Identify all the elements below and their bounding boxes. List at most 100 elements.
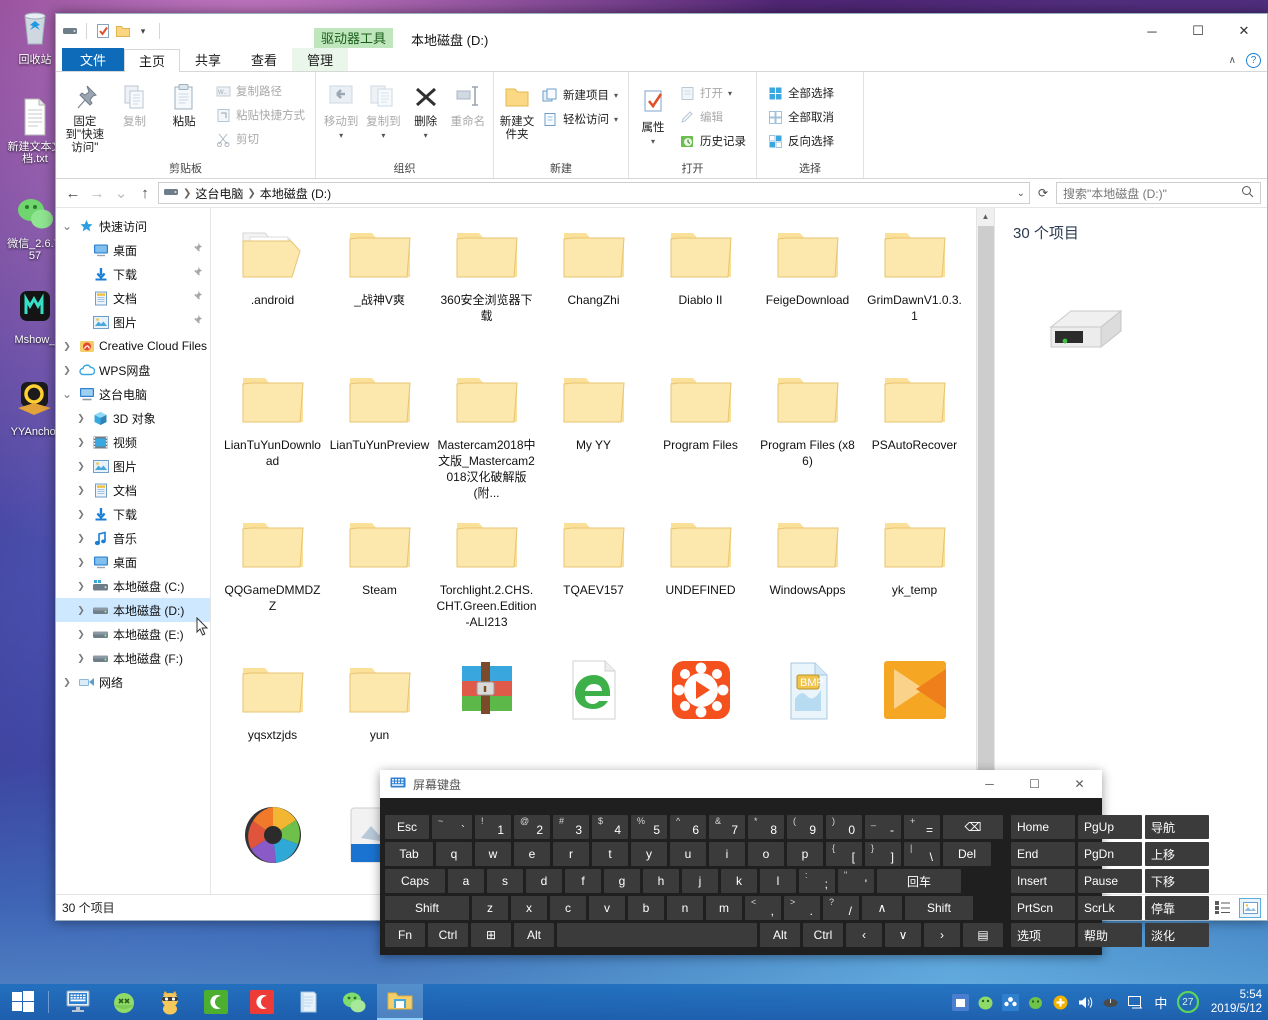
file-item[interactable]: ChangZhi bbox=[540, 218, 647, 363]
key-⌫[interactable]: ⌫ bbox=[943, 815, 1003, 839]
nav-item-11[interactable]: ❯ 文档 bbox=[56, 478, 210, 502]
file-item[interactable]: yk_temp bbox=[861, 508, 968, 653]
key-导航[interactable]: 导航 bbox=[1145, 815, 1209, 839]
key-Shift[interactable]: Shift bbox=[385, 896, 469, 920]
copy-to-button[interactable]: 复制到 ▾ bbox=[362, 75, 404, 142]
key-∧[interactable]: ∧ bbox=[862, 896, 902, 920]
key-7[interactable]: & 7 bbox=[709, 815, 745, 839]
key-.[interactable]: >. bbox=[784, 896, 820, 920]
chevron-right-icon[interactable]: ❯ bbox=[74, 605, 88, 616]
chevron-down-icon[interactable]: ▾ bbox=[651, 135, 655, 148]
key-n[interactable]: n bbox=[667, 896, 703, 920]
taskbar-notepad-icon[interactable] bbox=[285, 984, 331, 1020]
key-PgUp[interactable]: PgUp bbox=[1078, 815, 1142, 839]
key-g[interactable]: g bbox=[604, 869, 640, 893]
key-淡化[interactable]: 淡化 bbox=[1145, 923, 1209, 947]
maximize-button[interactable]: ☐ bbox=[1175, 14, 1221, 48]
properties-button[interactable]: 属性 ▾ bbox=[633, 75, 673, 148]
file-item[interactable] bbox=[219, 798, 326, 894]
display-icon[interactable] bbox=[1127, 993, 1145, 1011]
osk-close-button[interactable]: ✕ bbox=[1057, 770, 1102, 798]
nav-item-8[interactable]: ❯ 3D 对象 bbox=[56, 406, 210, 430]
file-item[interactable]: QQGameDMMDZZ bbox=[219, 508, 326, 653]
select-none-button[interactable]: 全部取消 bbox=[763, 107, 838, 127]
file-item[interactable]: Program Files bbox=[647, 363, 754, 508]
chevron-right-icon[interactable]: ❯ bbox=[74, 461, 88, 472]
windows-logo-icon[interactable] bbox=[0, 984, 46, 1020]
key-j[interactable]: j bbox=[682, 869, 718, 893]
recent-locations-button[interactable]: ⌄ bbox=[110, 182, 132, 204]
nav-item-15[interactable]: ❯ 本地磁盘 (C:) bbox=[56, 574, 210, 598]
help-icon[interactable]: ? bbox=[1246, 53, 1261, 68]
file-item[interactable]: GrimDawnV1.0.3.1 bbox=[861, 218, 968, 363]
key-9[interactable]: (9 bbox=[787, 815, 823, 839]
tray-icon-5[interactable] bbox=[1052, 993, 1070, 1011]
chevron-down-icon[interactable]: ▾ bbox=[424, 129, 428, 142]
key-0[interactable]: ) 0 bbox=[826, 815, 862, 839]
key-\[interactable]: | \ bbox=[904, 842, 940, 866]
nav-item-6[interactable]: ❯ WPS网盘 bbox=[56, 358, 210, 382]
chevron-right-icon[interactable]: ❯ bbox=[74, 437, 88, 448]
key-Ctrl[interactable]: Ctrl bbox=[803, 923, 843, 947]
nav-item-13[interactable]: ❯ 音乐 bbox=[56, 526, 210, 550]
key-1[interactable]: ! 1 bbox=[475, 815, 511, 839]
mouse-icon[interactable] bbox=[1102, 993, 1120, 1011]
key-k[interactable]: k bbox=[721, 869, 757, 893]
nav-item-1[interactable]: 桌面 bbox=[56, 238, 210, 262]
collapse-ribbon-icon[interactable]: ∧ bbox=[1229, 55, 1236, 66]
file-item[interactable]: _战神V爽 bbox=[326, 218, 433, 363]
file-item[interactable]: LianTuYunPreview bbox=[326, 363, 433, 508]
key-v[interactable]: v bbox=[589, 896, 625, 920]
tiles-view-icon[interactable] bbox=[1239, 897, 1261, 918]
key-e[interactable]: e bbox=[514, 842, 550, 866]
key-Esc[interactable]: Esc bbox=[385, 815, 429, 839]
key-ScrLk[interactable]: ScrLk bbox=[1078, 896, 1142, 920]
file-item[interactable]: yqsxtzjds bbox=[219, 653, 326, 798]
key-c[interactable]: c bbox=[550, 896, 586, 920]
file-item[interactable]: UNDEFINED bbox=[647, 508, 754, 653]
copy-button[interactable]: 复制 bbox=[110, 75, 160, 129]
key-帮助[interactable]: 帮助 bbox=[1078, 923, 1142, 947]
delete-button[interactable]: 删除 ▾ bbox=[405, 75, 447, 142]
key-z[interactable]: z bbox=[472, 896, 508, 920]
key-w[interactable]: w bbox=[475, 842, 511, 866]
tab-manage[interactable]: 管理 bbox=[292, 48, 349, 71]
key-h[interactable]: h bbox=[643, 869, 679, 893]
key-,[interactable]: <, bbox=[745, 896, 781, 920]
pin-to-quick-access-button[interactable]: 固定到"快速访问" bbox=[60, 75, 110, 155]
invert-selection-button[interactable]: 反向选择 bbox=[763, 131, 838, 151]
copy-path-button[interactable]: W.. 复制路径 bbox=[211, 81, 309, 101]
new-folder-icon[interactable] bbox=[115, 23, 131, 39]
key-y[interactable]: y bbox=[631, 842, 667, 866]
key-下移[interactable]: 下移 bbox=[1145, 869, 1209, 893]
chevron-down-icon[interactable]: ▾ bbox=[728, 89, 732, 98]
key-Home[interactable]: Home bbox=[1011, 815, 1075, 839]
key-Alt[interactable]: Alt bbox=[514, 923, 554, 947]
paste-button[interactable]: 粘贴 bbox=[159, 75, 209, 129]
taskbar-camtasia-recorder-icon[interactable] bbox=[239, 984, 285, 1020]
key-r[interactable]: r bbox=[553, 842, 589, 866]
key-8[interactable]: * 8 bbox=[748, 815, 784, 839]
key-p[interactable]: p bbox=[787, 842, 823, 866]
tab-home[interactable]: 主页 bbox=[124, 49, 181, 72]
taskbar-explorer-icon[interactable] bbox=[377, 984, 423, 1020]
nav-item-7[interactable]: ⌄ 这台电脑 bbox=[56, 382, 210, 406]
chevron-down-icon[interactable]: ▾ bbox=[381, 129, 385, 142]
file-item[interactable]: LianTuYunDownload bbox=[219, 363, 326, 508]
tab-view[interactable]: 查看 bbox=[236, 48, 292, 71]
open-button[interactable]: 打开 ▾ bbox=[675, 83, 750, 103]
file-item[interactable]: Diablo II bbox=[647, 218, 754, 363]
tab-file[interactable]: 文件 bbox=[62, 48, 125, 71]
file-item[interactable]: WindowsApps bbox=[754, 508, 861, 653]
taskbar-green-monster-icon[interactable] bbox=[101, 984, 147, 1020]
chevron-down-icon[interactable]: ▾ bbox=[135, 23, 151, 39]
key-›[interactable]: › bbox=[924, 923, 960, 947]
key-u[interactable]: u bbox=[670, 842, 706, 866]
refresh-button[interactable]: ⟳ bbox=[1032, 182, 1054, 204]
taskbar-camtasia-icon[interactable] bbox=[193, 984, 239, 1020]
key-上移[interactable]: 上移 bbox=[1145, 842, 1209, 866]
key-3[interactable]: #3 bbox=[553, 815, 589, 839]
nav-item-14[interactable]: ❯ 桌面 bbox=[56, 550, 210, 574]
nav-item-18[interactable]: ❯ 本地磁盘 (F:) bbox=[56, 646, 210, 670]
osk-maximize-button[interactable]: ☐ bbox=[1012, 770, 1057, 798]
